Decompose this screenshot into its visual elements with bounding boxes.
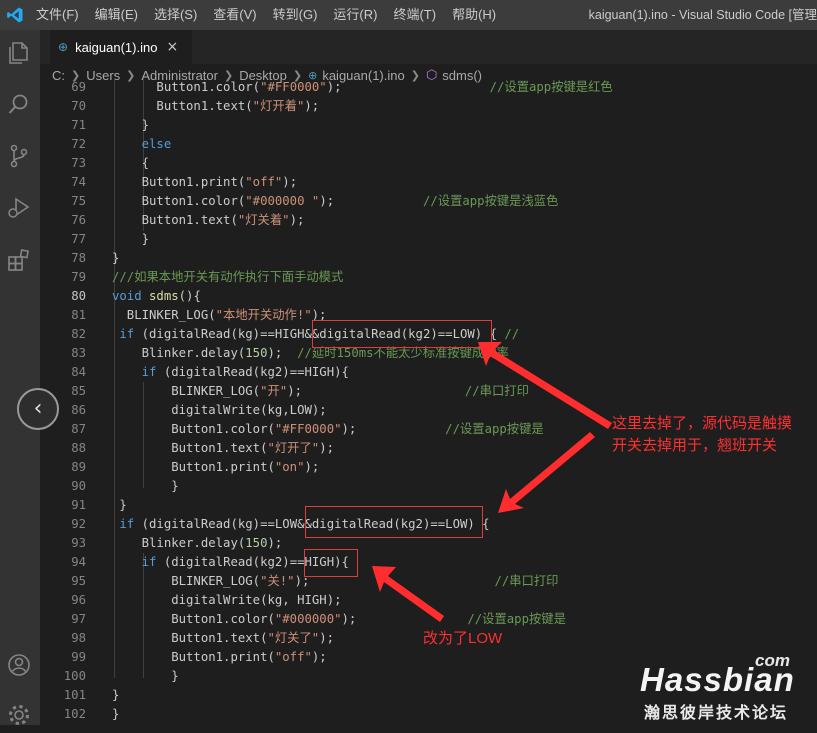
watermark-brand: Hassbian [640, 661, 795, 698]
annotation-arrows [372, 342, 612, 622]
annotation-note-3: 改为了LOW [423, 630, 503, 647]
annotation-arrow-up [478, 342, 612, 429]
annotation-arrow-left [372, 566, 444, 622]
watermark: com Hassbian 瀚思彼岸技术论坛 [640, 651, 810, 723]
annotation-note-1: 这里去掉了，源代码是触摸 [612, 415, 793, 432]
watermark-subtitle: 瀚思彼岸技术论坛 [644, 705, 789, 722]
annotation-arrow-down [498, 432, 595, 513]
annotation-note-2: 开关去掉用于，翘班开关 [612, 437, 778, 454]
